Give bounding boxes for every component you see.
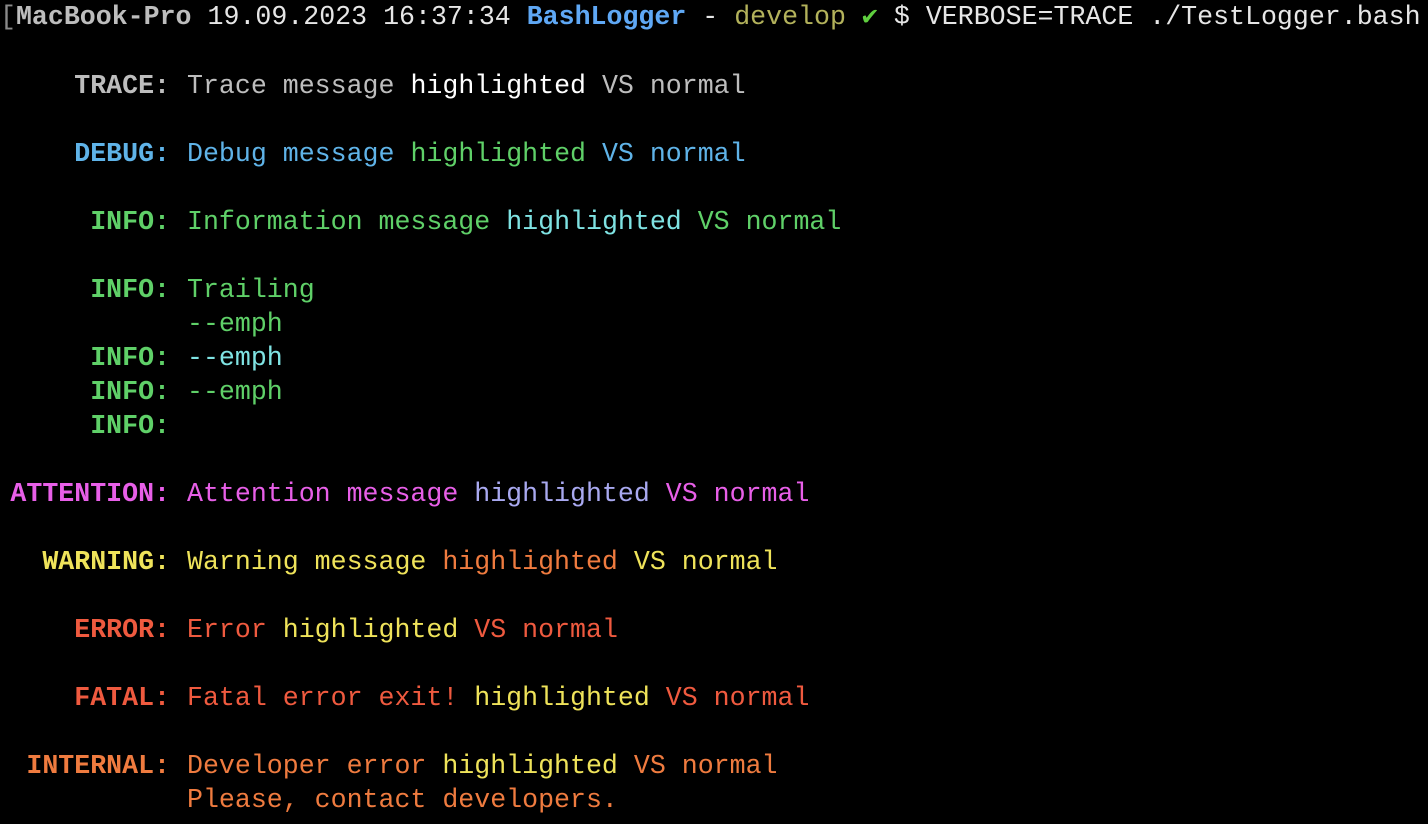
log-message-segment: VS normal (649, 479, 810, 509)
prompt-time: 16:37:34 (383, 2, 511, 32)
log-line: INFO: --emph (0, 341, 1428, 375)
log-message-segment: Information message (187, 207, 507, 237)
log-message-segment: --emph (187, 377, 283, 407)
prompt-dash: - (702, 2, 719, 32)
log-message: --emph (187, 341, 283, 375)
log-message: Please, contact developers. (187, 783, 618, 817)
log-level-label: INFO: (90, 343, 170, 373)
log-message-segment: Developer error (187, 751, 443, 781)
log-message-segment: VS normal (681, 207, 842, 237)
log-message-segment: Warning message (187, 547, 443, 577)
log-line: --emph (0, 307, 1428, 341)
log-message: Error highlighted VS normal (187, 613, 618, 647)
prompt-dollar: $ (893, 2, 910, 32)
log-message-segment: --emph (187, 309, 283, 339)
log-message: --emph (187, 307, 283, 341)
log-line: ERROR: Error highlighted VS normal (0, 613, 1428, 647)
log-line: ATTENTION: Attention message highlighted … (0, 477, 1428, 511)
log-message-segment: Trace message (187, 71, 411, 101)
log-message-segment: VS normal (649, 683, 810, 713)
check-icon: ✔ (861, 2, 878, 32)
log-message-segment: highlighted (506, 207, 682, 237)
log-message-segment: VS normal (458, 615, 618, 645)
log-message-segment: VS normal (617, 751, 778, 781)
log-message-segment: highlighted (442, 751, 618, 781)
log-message-segment: highlighted (410, 139, 586, 169)
log-line: INFO: (0, 409, 1428, 443)
log-line: Please, contact developers. (0, 783, 1428, 817)
log-message-segment: Trailing (187, 275, 315, 305)
log-level-label: WARNING: (42, 547, 170, 577)
log-message: Fatal error exit! highlighted VS normal (187, 681, 809, 715)
log-line: FATAL: Fatal error exit! highlighted VS n… (0, 681, 1428, 715)
prompt-host: MacBook-Pro (15, 2, 192, 32)
log-message-segment: Fatal error exit! (187, 683, 475, 713)
log-level-label: INFO: (90, 275, 170, 305)
log-level-label: DEBUG: (74, 139, 170, 169)
prompt-date: 19.09.2023 (207, 2, 368, 32)
log-message: Trace message highlighted VS normal (187, 69, 746, 103)
log-line: DEBUG: Debug message highlighted VS norma… (0, 137, 1428, 171)
log-message-segment: highlighted (474, 683, 650, 713)
log-level-label: TRACE: (74, 71, 170, 101)
log-level-label: INFO: (90, 377, 170, 407)
terminal-window[interactable]: [MacBook-Pro 19.09.2023 16:37:34 BashLog… (0, 0, 1428, 824)
log-level-label: INFO: (90, 207, 170, 237)
log-message-segment: Attention message (187, 479, 475, 509)
log-message-segment: Error (187, 615, 283, 645)
log-message-segment: VS normal (617, 547, 778, 577)
log-message: --emph (187, 375, 283, 409)
log-message: Debug message highlighted VS normal (187, 137, 746, 171)
log-message: Attention message highlighted VS normal (187, 477, 809, 511)
log-line: INFO: Trailing (0, 273, 1428, 307)
log-level-label: ERROR: (74, 615, 170, 645)
log-message: Developer error highlighted VS normal (187, 749, 778, 783)
log-message: Information message highlighted VS norma… (187, 205, 841, 239)
prompt-command: VERBOSE=TRACE ./TestLogger.bash (925, 2, 1421, 32)
log-message-segment: highlighted (410, 71, 586, 101)
log-line: TRACE: Trace message highlighted VS norma… (0, 69, 1428, 103)
log-line: INTERNAL: Developer error highlighted VS … (0, 749, 1428, 783)
log-message: Trailing (187, 273, 315, 307)
log-message-segment: Please, contact developers. (187, 785, 618, 815)
shell-prompt: [MacBook-Pro 19.09.2023 16:37:34 BashLog… (0, 0, 1421, 34)
log-message-segment: --emph (187, 343, 283, 373)
log-message-segment: Debug message (187, 139, 411, 169)
prompt-bracket: [ (0, 2, 16, 32)
log-level-label: FATAL: (74, 683, 170, 713)
log-level-label: ATTENTION: (10, 479, 170, 509)
log-message-segment: VS normal (586, 71, 746, 101)
log-line: INFO: Information message highlighted VS … (0, 205, 1428, 239)
log-level-label: INTERNAL: (26, 751, 170, 781)
log-message: Warning message highlighted VS normal (187, 545, 778, 579)
log-message-segment: highlighted (474, 479, 650, 509)
log-line: WARNING: Warning message highlighted VS n… (0, 545, 1428, 579)
prompt-project: BashLogger (526, 2, 687, 32)
log-message-segment: highlighted (442, 547, 618, 577)
log-message-segment: highlighted (282, 615, 459, 645)
log-level-label: INFO: (90, 411, 170, 441)
log-message-segment: VS normal (586, 139, 746, 169)
log-line: INFO: --emph (0, 375, 1428, 409)
prompt-branch: develop (734, 2, 846, 32)
